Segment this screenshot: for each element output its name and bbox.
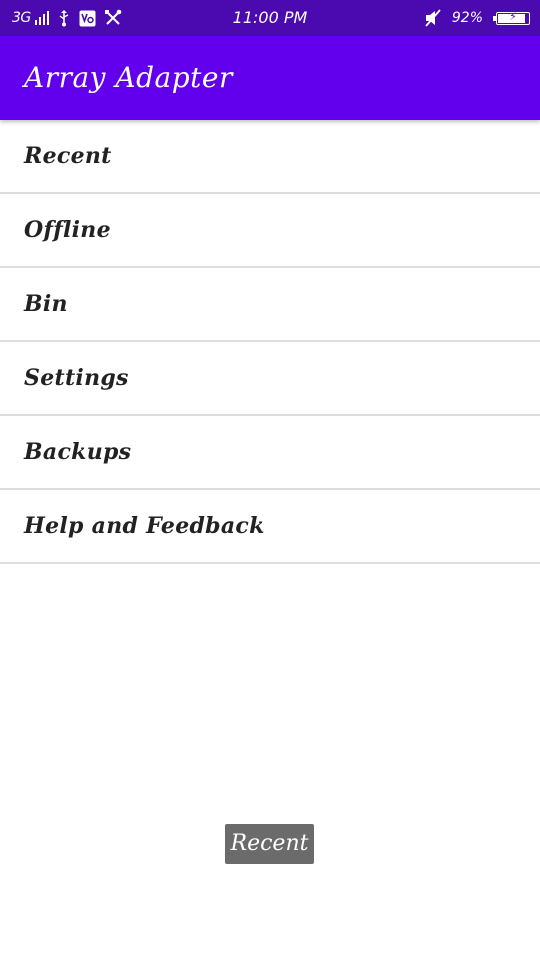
charging-bolt-icon: ⚡ [509, 9, 517, 23]
status-bar: 3G 11:00 PM 92% ⚡ [0, 0, 540, 36]
battery-percent: 92% [451, 10, 483, 26]
mute-icon [424, 9, 442, 27]
list-item-offline[interactable]: Offline [0, 194, 540, 268]
menu-list: Recent Offline Bin Settings Backups Help… [0, 120, 540, 564]
toast-message: Recent [225, 824, 314, 864]
app-bar: Array Adapter [0, 36, 540, 120]
list-item-settings[interactable]: Settings [0, 342, 540, 416]
list-item-bin[interactable]: Bin [0, 268, 540, 342]
list-item-backups[interactable]: Backups [0, 416, 540, 490]
list-item-help-and-feedback[interactable]: Help and Feedback [0, 490, 540, 564]
list-item-recent[interactable]: Recent [0, 120, 540, 194]
page-title: Array Adapter [24, 61, 233, 94]
battery-icon: ⚡ [493, 9, 530, 25]
status-right-icons: 92% ⚡ [424, 0, 530, 36]
